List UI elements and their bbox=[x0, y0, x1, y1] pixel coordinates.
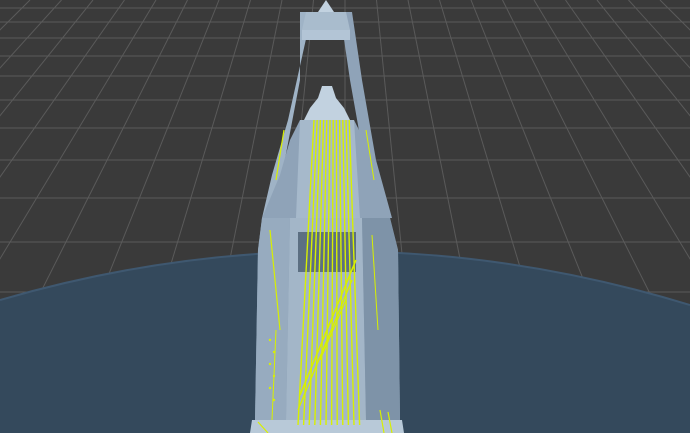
lower-body-left-face bbox=[255, 218, 290, 420]
tower-base bbox=[250, 420, 404, 433]
wire-node bbox=[268, 338, 272, 342]
scene-canvas[interactable] bbox=[0, 0, 690, 433]
wire-node bbox=[268, 362, 272, 366]
wire-node bbox=[268, 386, 272, 390]
3d-viewport[interactable] bbox=[0, 0, 690, 433]
spire-top-block bbox=[302, 12, 350, 30]
lower-body-right-face bbox=[362, 218, 400, 420]
wire-node bbox=[272, 398, 276, 402]
wire-node bbox=[272, 374, 276, 378]
wire-node bbox=[272, 350, 276, 354]
spire-crossbar bbox=[302, 30, 350, 40]
wire-cable bbox=[335, 119, 338, 426]
